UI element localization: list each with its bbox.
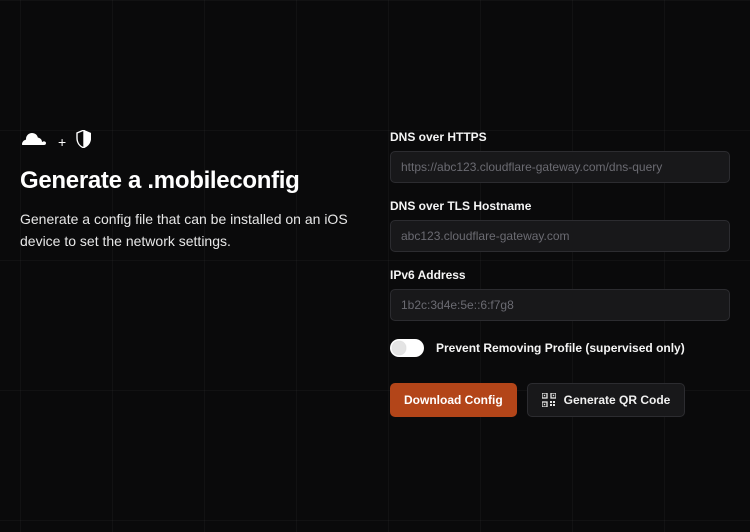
label-doh: DNS over HTTPS	[390, 130, 730, 144]
input-ipv6[interactable]	[390, 289, 730, 321]
cloudflare-icon	[20, 130, 48, 153]
logo-row: +	[20, 130, 360, 153]
right-column: DNS over HTTPS DNS over TLS Hostname IPv…	[390, 130, 730, 512]
left-column: + Generate a .mobileconfig Generate a co…	[20, 130, 390, 512]
plus-sign: +	[58, 134, 66, 150]
field-doh: DNS over HTTPS	[390, 130, 730, 183]
input-dot[interactable]	[390, 220, 730, 252]
page-title: Generate a .mobileconfig	[20, 167, 360, 195]
toggle-label: Prevent Removing Profile (supervised onl…	[436, 341, 685, 355]
generate-qr-label: Generate QR Code	[564, 393, 671, 407]
generate-qr-button[interactable]: Generate QR Code	[527, 383, 686, 417]
main-container: + Generate a .mobileconfig Generate a co…	[0, 0, 750, 532]
download-config-button[interactable]: Download Config	[390, 383, 517, 417]
label-dot: DNS over TLS Hostname	[390, 199, 730, 213]
toggle-row: Prevent Removing Profile (supervised onl…	[390, 339, 730, 357]
field-ipv6: IPv6 Address	[390, 268, 730, 321]
download-config-label: Download Config	[404, 393, 503, 407]
input-doh[interactable]	[390, 151, 730, 183]
label-ipv6: IPv6 Address	[390, 268, 730, 282]
field-dot: DNS over TLS Hostname	[390, 199, 730, 252]
supervised-toggle[interactable]	[390, 339, 424, 357]
shield-icon	[76, 130, 92, 153]
page-subtitle: Generate a config file that can be insta…	[20, 209, 360, 252]
button-row: Download Config	[390, 383, 730, 417]
qr-code-icon	[542, 393, 556, 407]
